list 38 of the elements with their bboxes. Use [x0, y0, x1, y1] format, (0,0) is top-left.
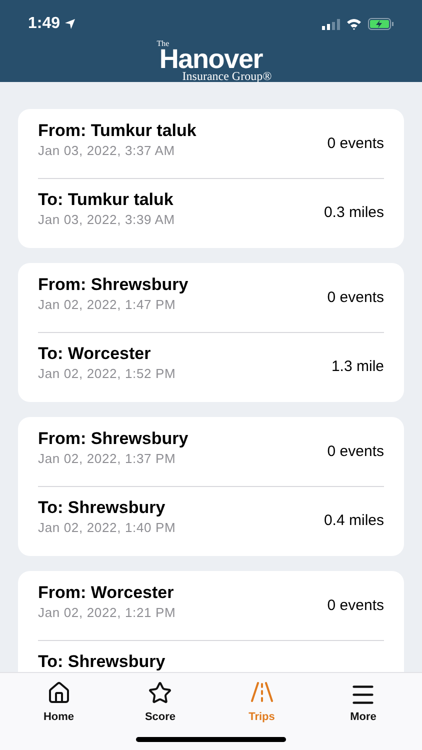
trip-place: To: Worcester	[38, 344, 152, 364]
trip-place: From: Worcester	[38, 583, 175, 603]
trip-info: 0 events	[327, 134, 384, 154]
trip-card[interactable]: From: Shrewsbury Jan 02, 2022, 1:37 PM 0 events To: Shrewsbury Jan 02, 2022, 1:40 PM 0.4 miles	[18, 417, 404, 556]
trip-time: Jan 02, 2022, 1:52 PM	[38, 365, 176, 383]
trip-info: 0.3 miles	[324, 202, 384, 223]
trip-info: 0.4 miles	[324, 510, 384, 531]
battery-icon	[368, 18, 394, 30]
trip-info: 0 events	[327, 288, 384, 308]
trip-place: From: Shrewsbury	[38, 275, 188, 295]
trip-time: Jan 02, 2022, 1:47 PM	[38, 296, 177, 314]
wifi-icon	[346, 18, 362, 30]
home-icon	[46, 681, 71, 705]
trip-place: To: Shrewsbury	[38, 652, 166, 672]
tab-button[interactable]: Score	[120, 681, 200, 725]
trip-info: 1.3 mile	[331, 356, 384, 377]
tab-button[interactable]: Home	[18, 681, 99, 725]
trip-card[interactable]: From: Shrewsbury Jan 02, 2022, 1:47 PM 0 events To: Worcester Jan 02, 2022, 1:52 PM 1.3 mile	[18, 263, 404, 402]
trip-card[interactable]: From: Tumkur taluk Jan 03, 2022, 3:37 AM 0 events To: Tumkur taluk Jan 03, 2022, 3:39 AM 0.3 miles	[18, 109, 404, 248]
trip-info: 0 events	[327, 596, 384, 616]
trip-time: Jan 02, 2022, 1:21 PM	[38, 604, 176, 622]
location-arrow-icon	[64, 18, 76, 30]
trip-time: Jan 02, 2022, 1:40 PM	[38, 519, 176, 537]
trip-time: Jan 02, 2022, 1:37 PM	[38, 450, 177, 468]
star-icon	[148, 681, 172, 705]
trip-info: 0 events	[327, 442, 384, 462]
trip-place: To: Tumkur taluk	[38, 190, 174, 210]
trip-place: From: Tumkur taluk	[38, 121, 196, 141]
trip-place: To: Shrewsbury	[38, 498, 166, 518]
tab-button[interactable]: More	[323, 681, 404, 725]
road-icon	[250, 681, 274, 703]
signal-icon	[322, 18, 340, 30]
trip-time: Jan 03, 2022, 3:39 AM	[38, 211, 175, 229]
trip-time: Jan 03, 2022, 3:37 AM	[38, 142, 176, 160]
company-logo: TheHanover Insurance Group®	[156, 40, 273, 82]
trip-place: From: Shrewsbury	[38, 429, 188, 449]
status-time: 1:49	[28, 14, 60, 34]
trip-card[interactable]: From: Worcester Jan 02, 2022, 1:21 PM 0 events To: Shrewsbury	[18, 571, 404, 672]
